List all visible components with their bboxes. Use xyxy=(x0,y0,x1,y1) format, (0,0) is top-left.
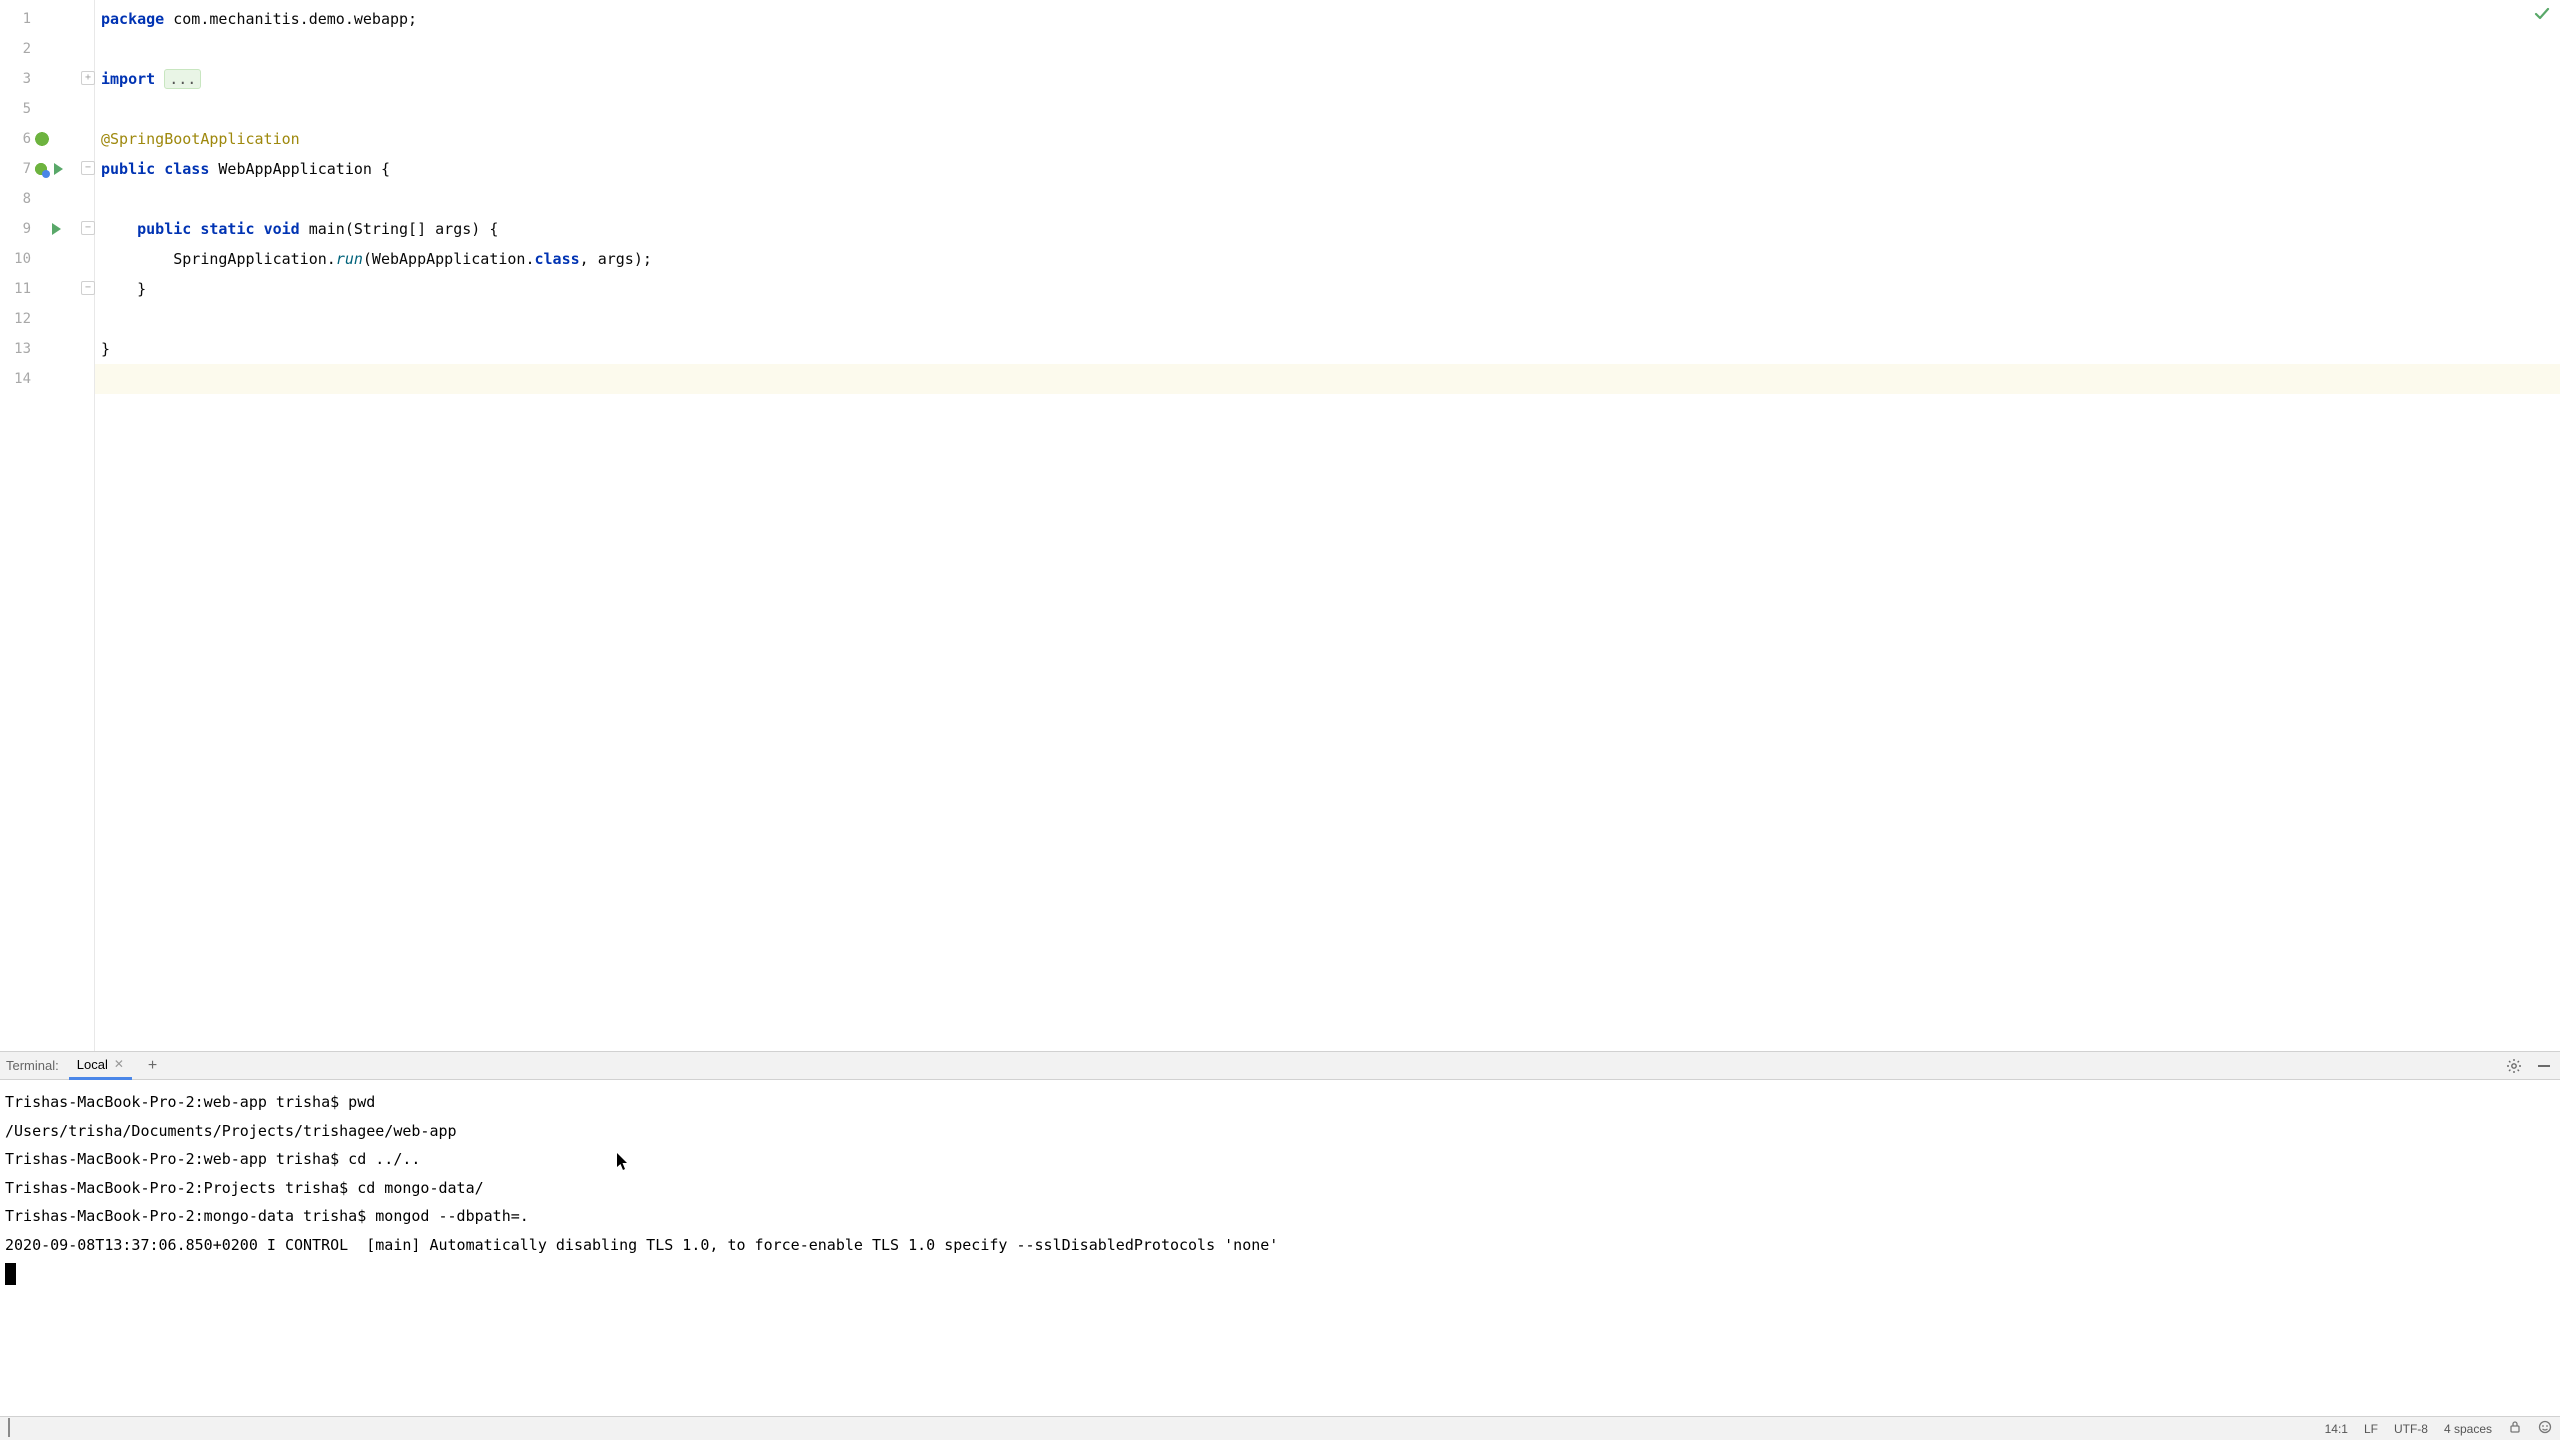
fold-collapse-icon[interactable]: − xyxy=(81,161,95,175)
code-token: com.mechanitis.demo.webapp; xyxy=(164,10,417,28)
line-number: 14 xyxy=(14,371,31,387)
line-number: 1 xyxy=(23,11,31,27)
code-token: public xyxy=(101,160,155,178)
code-token: @SpringBootApplication xyxy=(101,130,300,148)
terminal-output[interactable]: Trishas-MacBook-Pro-2:web-app trisha$ pw… xyxy=(0,1080,2560,1416)
code-token: static xyxy=(200,220,254,238)
terminal-header: Terminal: Local ✕ + xyxy=(0,1052,2560,1080)
file-encoding[interactable]: UTF-8 xyxy=(2394,1422,2428,1436)
code-editor[interactable]: 1 2 3 + 5 6 7 − 8 9 xyxy=(0,0,2560,1051)
terminal-tab-label: Local xyxy=(77,1057,108,1072)
fold-expand-icon[interactable]: + xyxy=(81,71,95,85)
code-token: , args); xyxy=(580,250,652,268)
code-area[interactable]: package com.mechanitis.demo.webapp; impo… xyxy=(95,0,2560,1051)
code-token: (String[] args) { xyxy=(345,220,499,238)
terminal-line: Trishas-MacBook-Pro-2:mongo-data trisha$… xyxy=(5,1207,529,1225)
gear-icon[interactable] xyxy=(2506,1058,2522,1074)
line-number: 13 xyxy=(14,341,31,357)
terminal-line: Trishas-MacBook-Pro-2:web-app trisha$ cd… xyxy=(5,1150,420,1168)
terminal-line: /Users/trisha/Documents/Projects/trishag… xyxy=(5,1122,457,1140)
line-number: 10 xyxy=(14,251,31,267)
terminal-line: 2020-09-08T13:37:06.850+0200 I CONTROL [… xyxy=(5,1236,1278,1254)
indent-settings[interactable]: 4 spaces xyxy=(2444,1422,2492,1436)
terminal-cursor xyxy=(5,1263,16,1285)
code-token: SpringApplication. xyxy=(173,250,336,268)
terminal-tab-local[interactable]: Local ✕ xyxy=(69,1052,132,1080)
line-number: 8 xyxy=(23,191,31,207)
status-bar: 14:1 LF UTF-8 4 spaces xyxy=(0,1416,2560,1440)
caret-position[interactable]: 14:1 xyxy=(2325,1422,2348,1436)
terminal-title: Terminal: xyxy=(6,1058,59,1073)
problems-ok-icon[interactable] xyxy=(2534,6,2550,22)
code-token: WebAppApplication xyxy=(218,160,372,178)
line-number: 5 xyxy=(23,101,31,117)
code-token: } xyxy=(101,340,110,358)
code-token: } xyxy=(137,280,146,298)
tool-windows-quick-access-icon[interactable] xyxy=(8,1422,10,1436)
line-number: 11 xyxy=(14,281,31,297)
spring-bean-icon[interactable] xyxy=(34,131,50,147)
code-token: run xyxy=(336,250,363,268)
code-token: void xyxy=(264,220,300,238)
run-icon[interactable] xyxy=(48,221,64,237)
code-token: main xyxy=(309,220,345,238)
line-number: 6 xyxy=(23,131,31,147)
line-number: 12 xyxy=(14,311,31,327)
run-icon[interactable] xyxy=(50,161,66,177)
ide-status-icon[interactable] xyxy=(2538,1420,2552,1437)
code-token: class xyxy=(535,250,580,268)
code-token: public xyxy=(137,220,191,238)
line-number: 3 xyxy=(23,71,31,87)
terminal-line: Trishas-MacBook-Pro-2:web-app trisha$ pw… xyxy=(5,1093,375,1111)
code-token: (WebAppApplication. xyxy=(363,250,535,268)
code-token: { xyxy=(372,160,390,178)
line-number: 2 xyxy=(23,41,31,57)
terminal-line: Trishas-MacBook-Pro-2:Projects trisha$ c… xyxy=(5,1179,484,1197)
close-icon[interactable]: ✕ xyxy=(114,1057,124,1071)
readonly-lock-icon[interactable] xyxy=(2508,1420,2522,1437)
line-separator[interactable]: LF xyxy=(2364,1422,2378,1436)
terminal-tool-window: Terminal: Local ✕ + Trishas-MacBook-Pro-… xyxy=(0,1051,2560,1416)
hide-panel-icon[interactable] xyxy=(2536,1058,2552,1074)
line-number: 9 xyxy=(23,221,31,237)
fold-collapse-icon[interactable]: − xyxy=(81,281,95,295)
code-token: class xyxy=(164,160,209,178)
folded-region[interactable]: ... xyxy=(164,69,201,89)
code-token: package xyxy=(101,10,164,28)
new-terminal-button[interactable]: + xyxy=(144,1057,161,1075)
spring-run-config-icon[interactable] xyxy=(34,162,48,176)
fold-collapse-icon[interactable]: − xyxy=(81,221,95,235)
mouse-cursor-icon xyxy=(616,1152,630,1172)
editor-gutter: 1 2 3 + 5 6 7 − 8 9 xyxy=(0,0,95,1051)
line-number: 7 xyxy=(23,161,31,177)
code-token: import xyxy=(101,70,164,88)
